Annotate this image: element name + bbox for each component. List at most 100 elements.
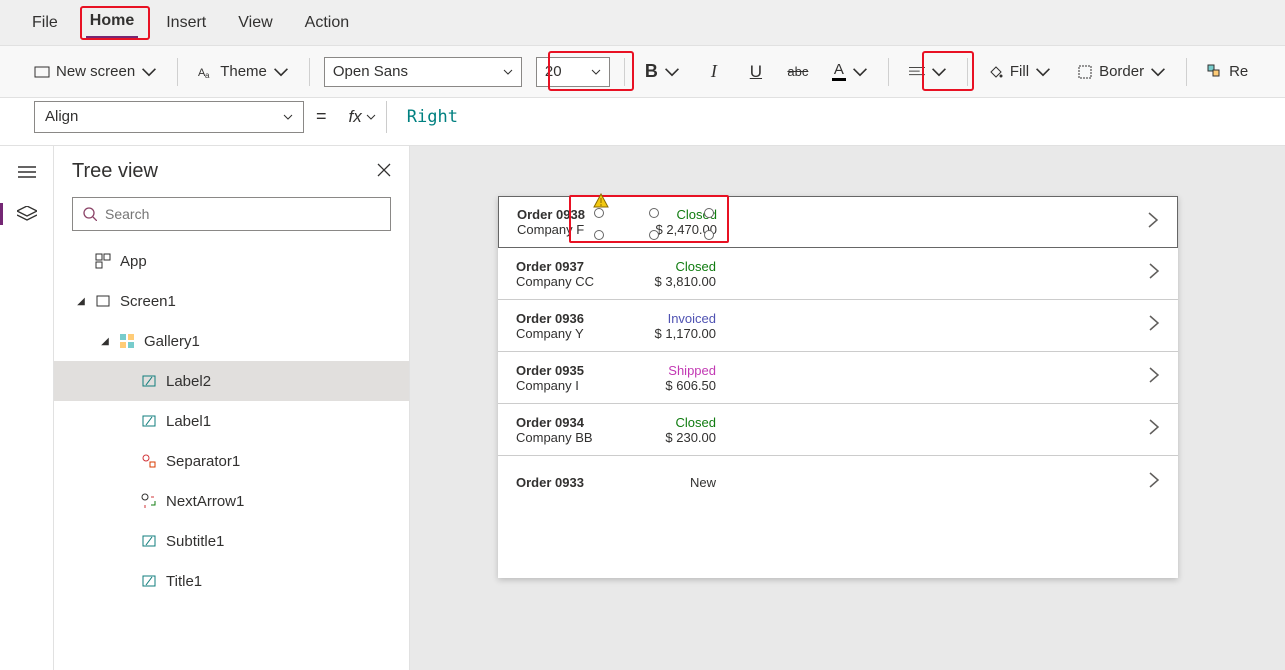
formula-input[interactable] [399,101,1257,133]
order-status: Closed [626,259,716,274]
gallery-col-mid: Closed$ 230.00 [626,415,716,445]
gallery-row[interactable]: Order 0937Company CCClosed$ 3,810.00 [498,248,1178,300]
company-name: Company F [517,222,627,237]
border-icon [1077,64,1093,80]
gallery-col-mid: Closed$ 3,810.00 [626,259,716,289]
new-screen-label: New screen [56,63,135,80]
equals: = [316,106,327,127]
order-status: New [626,475,716,490]
tree-label2[interactable]: Label2 [54,361,409,401]
gallery-col-mid: Invoiced$ 1,170.00 [626,311,716,341]
main: Tree view App ◢ Screen1 ◢ Galler [0,146,1285,670]
chevron-down-icon [366,112,376,122]
order-status: Closed [627,207,717,222]
gallery-col-left: Order 0936Company Y [516,311,626,341]
font-color-button[interactable]: A [826,59,874,85]
underline-icon: U [750,62,762,82]
gallery-col-mid: New [626,475,716,490]
next-arrow-icon[interactable] [1148,471,1160,494]
chevron-down-icon [1035,64,1051,80]
label-icon [140,532,158,550]
search-box[interactable] [72,197,391,231]
chevron-down-icon [664,64,680,80]
screen-icon [34,64,50,80]
search-input[interactable] [105,206,380,222]
next-arrow-icon[interactable] [1148,314,1160,337]
tree-label: Gallery1 [144,333,200,350]
tree-separator1[interactable]: Separator1 [54,441,409,481]
font-size-select[interactable]: 20 [536,57,610,87]
gallery-row[interactable]: Order 0934Company BBClosed$ 230.00 [498,404,1178,456]
panel-title: Tree view [72,160,158,183]
gallery-col-left: Order 0934Company BB [516,415,626,445]
menu-insert[interactable]: Insert [162,8,210,38]
fill-icon [988,64,1004,80]
tree-label1[interactable]: Label1 [54,401,409,441]
gallery-col-left: Order 0937Company CC [516,259,626,289]
border-button[interactable]: Border [1071,59,1172,84]
underline-button[interactable]: U [742,58,770,86]
theme-button[interactable]: Aa Theme [192,59,295,84]
tree-label: Label1 [166,413,211,430]
italic-button[interactable]: I [700,58,728,86]
rail-hamburger[interactable] [15,160,39,184]
panel-header: Tree view [54,146,409,193]
gallery-row[interactable]: Order 0936Company YInvoiced$ 1,170.00 [498,300,1178,352]
strike-icon: abc [787,64,808,79]
hamburger-icon [18,165,36,179]
theme-icon: Aa [198,64,214,80]
tree-screen1[interactable]: ◢ Screen1 [54,281,409,321]
strikethrough-button[interactable]: abc [784,58,812,86]
gallery-col-mid: Shipped$ 606.50 [626,363,716,393]
tree-app[interactable]: App [54,241,409,281]
separator [1186,58,1187,86]
align-icon [909,64,925,80]
next-arrow-icon[interactable] [1148,262,1160,285]
gallery[interactable]: Order 0938Company FClosed$ 2,470.00Order… [498,196,1178,508]
fx-button[interactable]: fx [339,101,387,133]
gallery-col-left: Order 0935Company I [516,363,626,393]
label-icon [140,372,158,390]
menu-view[interactable]: View [234,8,276,38]
menu-file[interactable]: File [28,8,62,38]
property-select[interactable]: Align [34,101,304,133]
tree-subtitle1[interactable]: Subtitle1 [54,521,409,561]
gallery-row[interactable]: Order 0933New [498,456,1178,508]
ribbon: New screen Aa Theme Open Sans 20 B I U a… [0,46,1285,98]
next-arrow-icon[interactable] [1148,418,1160,441]
reorder-button[interactable]: Re [1201,59,1254,84]
reorder-icon [1207,64,1223,80]
canvas[interactable]: Order 0938Company FClosed$ 2,470.00Order… [410,146,1285,670]
order-number: Order 0937 [516,259,626,274]
panel-close[interactable] [377,163,391,180]
separator [967,58,968,86]
font-select[interactable]: Open Sans [324,57,522,87]
menu-home[interactable]: Home [86,6,138,39]
order-price: $ 230.00 [626,430,716,445]
chevron-down-icon [503,67,513,77]
new-screen-button[interactable]: New screen [28,59,163,84]
gallery-col-mid: Closed$ 2,470.00 [627,207,717,237]
gallery-row[interactable]: Order 0935Company IShipped$ 606.50 [498,352,1178,404]
menubar: File Home Insert View Action [0,0,1285,46]
gallery-row[interactable]: Order 0938Company FClosed$ 2,470.00 [498,196,1178,248]
align-button[interactable] [903,60,953,84]
label-icon [140,572,158,590]
bold-button[interactable]: B [639,57,686,86]
chevron-down-icon [273,64,289,80]
next-arrow-icon[interactable] [1147,211,1159,234]
reorder-label: Re [1229,63,1248,80]
tree-label: Label2 [166,373,211,390]
tree-gallery1[interactable]: ◢ Gallery1 [54,321,409,361]
rail-treeview[interactable] [15,202,39,226]
tree-title1[interactable]: Title1 [54,561,409,601]
menu-action[interactable]: Action [301,8,353,38]
app-preview[interactable]: Order 0938Company FClosed$ 2,470.00Order… [498,196,1178,578]
layers-icon [17,206,37,222]
order-number: Order 0938 [517,207,627,222]
fx-icon: fx [349,107,362,127]
fill-button[interactable]: Fill [982,59,1057,84]
tree-nextarrow1[interactable]: NextArrow1 [54,481,409,521]
next-arrow-icon[interactable] [1148,366,1160,389]
italic-icon: I [711,61,717,82]
